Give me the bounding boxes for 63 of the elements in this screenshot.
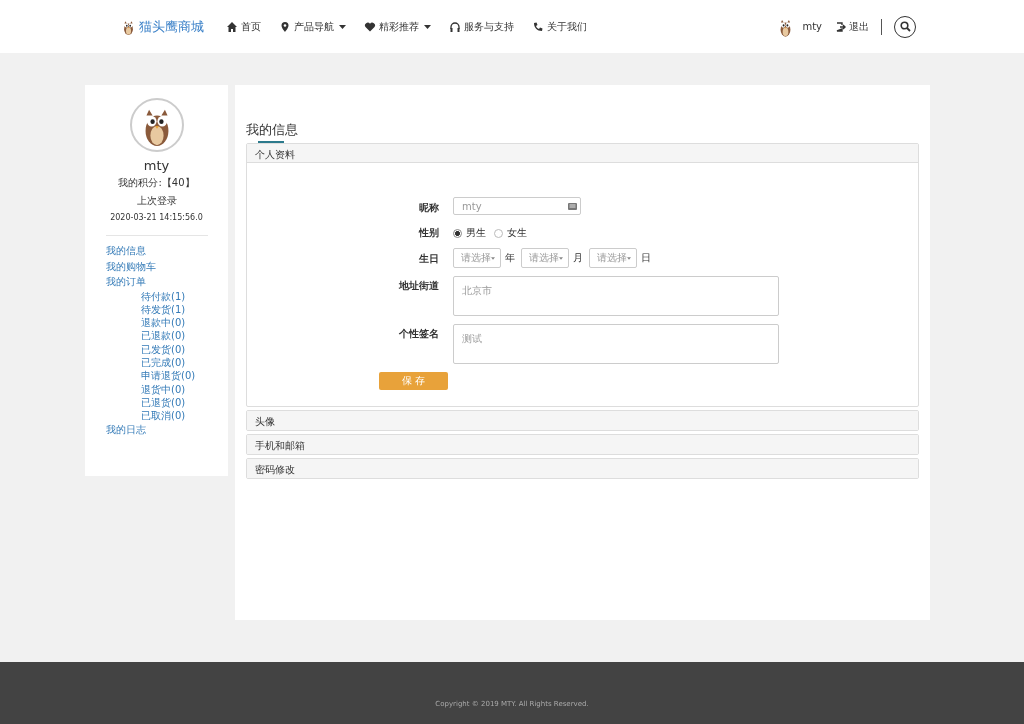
date-unit: 年 xyxy=(505,251,515,265)
headphones-icon xyxy=(449,20,461,33)
sidebar-link[interactable]: 我的订单 xyxy=(106,274,228,290)
nav-link[interactable]: 精彩推荐 xyxy=(364,19,431,34)
field-label: 性别 xyxy=(417,226,439,240)
caret-icon xyxy=(491,256,495,260)
signature-field[interactable]: 测试 xyxy=(453,324,779,364)
field-label: 个性签名 xyxy=(398,327,439,341)
order-status-link[interactable]: 已取消(0) xyxy=(106,409,228,423)
order-status-link[interactable]: 已退货(0) xyxy=(106,395,228,410)
order-status-link[interactable]: 已发货(0) xyxy=(106,342,228,356)
order-status-link[interactable]: 退款中(0) xyxy=(106,316,228,330)
order-status-link[interactable]: 待发货(1) xyxy=(106,302,228,317)
phone-icon xyxy=(532,20,544,33)
map-pin-icon xyxy=(279,20,291,33)
radio-button[interactable] xyxy=(494,228,503,238)
caret-icon xyxy=(559,256,563,260)
sidebar-link[interactable]: 我的日志 xyxy=(106,422,228,438)
logo-text: 猫头鹰商城 xyxy=(139,17,204,36)
logout-icon xyxy=(836,21,846,32)
date-select[interactable]: 请选择 xyxy=(589,248,637,268)
title-underline xyxy=(258,141,284,143)
caret-icon xyxy=(627,256,631,260)
sidebar-link[interactable]: 我的购物车 xyxy=(106,258,228,274)
logout-link[interactable]: 退出 xyxy=(836,19,869,34)
search-icon xyxy=(899,21,911,32)
keyboard-icon xyxy=(568,202,577,210)
panel-header[interactable]: 密码修改 xyxy=(247,459,918,478)
order-status-link[interactable]: 待付款(1) xyxy=(106,289,228,303)
date-unit: 日 xyxy=(641,251,651,265)
panel-header[interactable]: 头像 xyxy=(247,411,918,430)
address-field[interactable]: 北京市 xyxy=(453,276,779,316)
points-text: 我的积分:【40】 xyxy=(118,176,195,190)
nav-link[interactable]: 首页 xyxy=(226,19,261,34)
home-icon xyxy=(226,20,238,33)
nav-link[interactable]: 服务与支持 xyxy=(449,19,514,34)
username-link[interactable]: mty xyxy=(802,21,822,32)
order-status-link[interactable]: 退货中(0) xyxy=(106,382,228,396)
radio-label: 女生 xyxy=(507,226,527,240)
radio-label: 男生 xyxy=(466,226,486,240)
page-title: 我的信息 xyxy=(246,121,299,139)
order-status-link[interactable]: 申请退货(0) xyxy=(106,369,228,383)
field-label: 昵称 xyxy=(418,201,439,215)
username: mty xyxy=(143,158,170,173)
nav-link[interactable]: 产品导航 xyxy=(279,19,346,34)
panel-header[interactable]: 手机和邮箱 xyxy=(247,435,918,454)
heart-icon xyxy=(364,20,376,33)
panel-header[interactable]: 个人资料 xyxy=(247,144,918,163)
field-label: 地址街道 xyxy=(398,279,439,293)
last-login-label: 上次登录 xyxy=(136,194,177,208)
date-select[interactable]: 请选择 xyxy=(453,248,501,268)
search-button[interactable] xyxy=(894,15,916,38)
sidebar-link[interactable]: 我的信息 xyxy=(106,243,228,259)
order-status-link[interactable]: 已完成(0) xyxy=(106,356,228,370)
nav-link[interactable]: 关于我们 xyxy=(532,19,587,34)
site-logo[interactable]: 猫头鹰商城 xyxy=(120,17,204,36)
order-status-link[interactable]: 已退款(0) xyxy=(106,329,228,343)
date-unit: 月 xyxy=(573,251,583,265)
date-select[interactable]: 请选择 xyxy=(521,248,569,268)
nickname-field[interactable]: mty xyxy=(453,197,581,215)
radio-button[interactable] xyxy=(453,228,462,238)
field-label: 生日 xyxy=(418,252,439,266)
last-login-time: 2020-03-21 14:15:56.0 xyxy=(110,213,203,222)
